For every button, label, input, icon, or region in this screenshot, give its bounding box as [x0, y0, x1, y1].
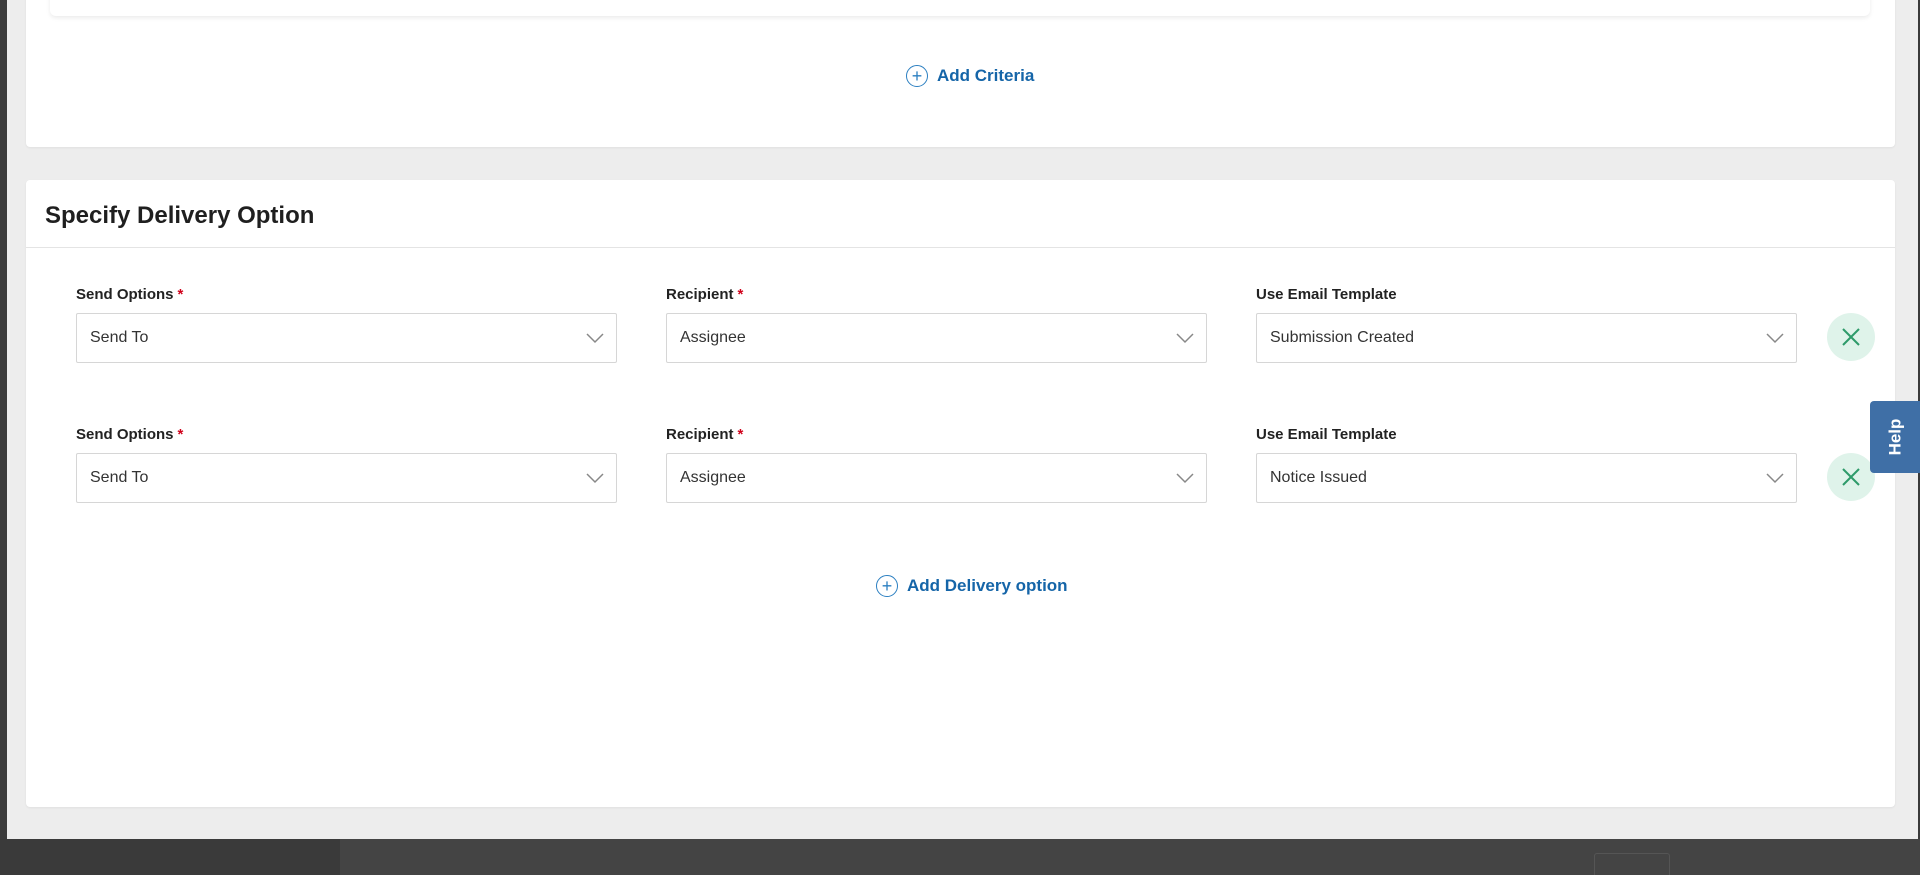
recipient-value: Assignee: [680, 469, 746, 486]
chevron-down-icon: [586, 333, 604, 344]
add-delivery-option-button[interactable]: + Add Delivery option: [876, 575, 1068, 597]
email-template-value: Submission Created: [1270, 329, 1415, 346]
recipient-label: Recipient *: [666, 426, 744, 443]
remove-delivery-option-button[interactable]: [1827, 313, 1875, 361]
send-options-label: Send Options *: [76, 426, 184, 443]
background-bottom-strip: [0, 839, 1920, 875]
email-template-value: Notice Issued: [1270, 469, 1367, 486]
recipient-label: Recipient *: [666, 286, 744, 303]
plus-circle-icon: +: [906, 65, 928, 87]
background-panel: [340, 839, 1920, 875]
send-options-value: Send To: [90, 469, 149, 486]
modal-content: + Add Criteria Specify Delivery Option S…: [7, 0, 1918, 839]
remove-delivery-option-button[interactable]: [1827, 453, 1875, 501]
help-label: Help: [1885, 418, 1904, 456]
chevron-down-icon: [1766, 473, 1784, 484]
add-criteria-button[interactable]: + Add Criteria: [906, 65, 1034, 87]
send-options-select[interactable]: Send To: [76, 453, 617, 503]
email-template-select[interactable]: Notice Issued: [1256, 453, 1797, 503]
chevron-down-icon: [1176, 473, 1194, 484]
email-template-label: Use Email Template: [1256, 426, 1397, 443]
send-options-value: Send To: [90, 329, 149, 346]
send-options-select[interactable]: Send To: [76, 313, 617, 363]
close-icon: [1842, 468, 1860, 486]
recipient-select[interactable]: Assignee: [666, 313, 1207, 363]
chevron-down-icon: [1176, 333, 1194, 344]
required-marker: *: [177, 426, 184, 443]
add-criteria-label: Add Criteria: [937, 66, 1035, 85]
background-pager-box: [1594, 853, 1670, 875]
close-icon: [1842, 328, 1860, 346]
required-marker: *: [177, 286, 184, 303]
required-marker: *: [737, 286, 744, 303]
add-delivery-option-label: Add Delivery option: [907, 576, 1068, 595]
recipient-select[interactable]: Assignee: [666, 453, 1207, 503]
email-template-label: Use Email Template: [1256, 286, 1397, 303]
send-options-label: Send Options *: [76, 286, 184, 303]
plus-circle-icon: +: [876, 575, 898, 597]
criteria-panel: [50, 0, 1870, 16]
required-marker: *: [737, 426, 744, 443]
criteria-section: + Add Criteria: [26, 0, 1895, 147]
section-title: Specify Delivery Option: [45, 202, 315, 229]
chevron-down-icon: [586, 473, 604, 484]
divider: [26, 247, 1895, 248]
recipient-value: Assignee: [680, 329, 746, 346]
help-tab-button[interactable]: Help: [1870, 401, 1920, 473]
email-template-select[interactable]: Submission Created: [1256, 313, 1797, 363]
delivery-section: Specify Delivery Option Send Options * Se…: [26, 180, 1895, 807]
chevron-down-icon: [1766, 333, 1784, 344]
background-left-strip: [0, 0, 7, 875]
